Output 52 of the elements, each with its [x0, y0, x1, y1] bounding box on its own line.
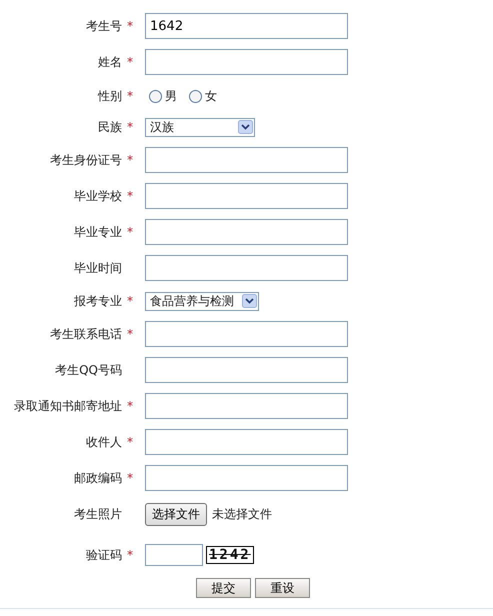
required-mark: *: [127, 153, 133, 167]
required-mark: *: [127, 225, 133, 239]
text-field[interactable]: [145, 183, 348, 209]
required-mark: *: [127, 327, 133, 341]
text-field[interactable]: [145, 255, 348, 281]
required-mark: *: [127, 189, 133, 203]
field-label: 性别: [98, 88, 122, 102]
field-label: 验证码: [86, 548, 122, 562]
field-label: 姓名: [98, 54, 122, 68]
captcha-image: 1242: [206, 546, 254, 564]
field-label: 毕业专业: [74, 224, 122, 238]
dropdown[interactable]: 食品营养与检测: [145, 292, 259, 310]
required-mark: *: [127, 120, 133, 134]
required-mark: *: [127, 548, 133, 562]
required-mark: *: [127, 471, 133, 485]
field-label: 收件人: [86, 434, 122, 448]
text-field[interactable]: 1642: [145, 13, 348, 39]
radio-button[interactable]: [149, 90, 162, 102]
captcha-field[interactable]: [145, 544, 203, 566]
choose-file-button[interactable]: 选择文件: [145, 502, 207, 526]
text-field[interactable]: [145, 49, 348, 75]
required-mark: *: [127, 294, 133, 308]
field-label: 录取通知书邮寄地址: [14, 398, 122, 412]
required-mark: *: [127, 19, 133, 33]
radio-button[interactable]: [189, 90, 202, 102]
required-mark: *: [127, 89, 133, 103]
file-status: 未选择文件: [212, 506, 272, 522]
text-field[interactable]: [145, 393, 348, 419]
required-mark: *: [127, 399, 133, 413]
reset-button[interactable]: 重设: [255, 578, 310, 598]
field-label: 报考专业: [74, 294, 122, 308]
text-field[interactable]: [145, 219, 348, 245]
required-mark: *: [127, 435, 133, 449]
submit-button[interactable]: 提交: [196, 578, 251, 598]
field-label: 毕业学校: [74, 188, 122, 202]
text-field[interactable]: [145, 465, 348, 491]
text-field[interactable]: [145, 429, 348, 455]
required-mark: *: [127, 55, 133, 69]
field-label: 考生号: [86, 18, 122, 32]
radio-label: 男: [165, 88, 177, 104]
dropdown[interactable]: 汉族: [145, 118, 255, 136]
field-label: 考生身份证号: [50, 152, 122, 166]
field-label: 考生照片: [74, 506, 122, 520]
radio-label: 女: [205, 88, 217, 104]
field-label: 邮政编码: [74, 470, 122, 484]
field-label: 毕业时间: [74, 260, 122, 274]
field-label: 考生QQ号码: [55, 362, 122, 376]
text-field[interactable]: [145, 321, 348, 347]
field-label: 民族: [98, 120, 122, 134]
text-field[interactable]: [145, 147, 348, 173]
field-label: 考生联系电话: [50, 326, 122, 340]
text-field[interactable]: [145, 357, 348, 383]
